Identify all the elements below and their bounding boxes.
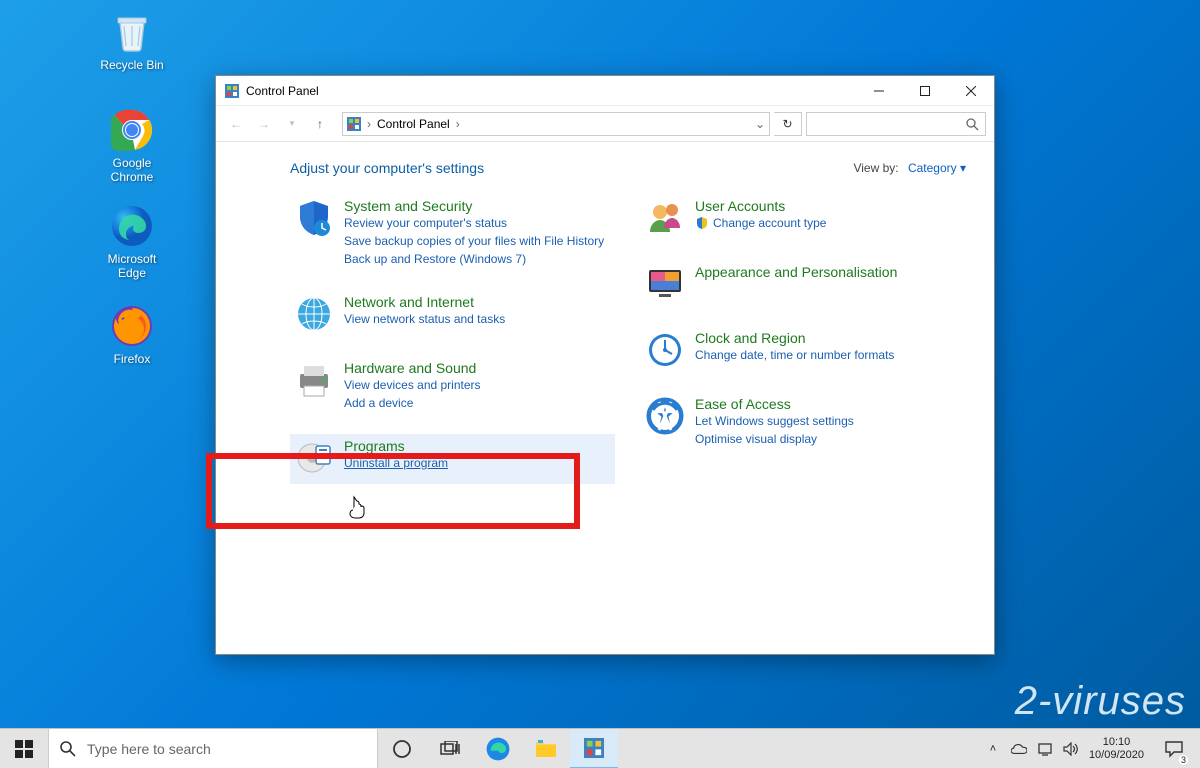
category-ease-of-access: Ease of Access Let Windows suggest setti… <box>641 392 966 454</box>
refresh-button[interactable]: ↻ <box>774 112 802 136</box>
firefox-label: Firefox <box>94 352 170 366</box>
search-icon <box>59 740 77 758</box>
viewby-dropdown[interactable]: Category ▾ <box>908 161 966 175</box>
toolbar: ← → ▾ ↑ › Control Panel › ⌄ ↻ <box>216 106 994 142</box>
system-security-link[interactable]: System and Security <box>344 198 472 214</box>
notif-badge: 3 <box>1179 755 1188 765</box>
programs-icon <box>294 438 334 478</box>
add-device-link[interactable]: Add a device <box>344 394 481 412</box>
category-appearance: Appearance and Personalisation <box>641 260 966 310</box>
breadcrumb[interactable]: Control Panel <box>377 117 450 131</box>
tray-clock[interactable]: 10:10 10/09/2020 <box>1089 736 1144 760</box>
file-history-link[interactable]: Save backup copies of your files with Fi… <box>344 232 604 250</box>
change-account-type-link[interactable]: Change account type <box>713 214 826 232</box>
start-button[interactable] <box>0 729 48 768</box>
control-panel-window: Control Panel ← → ▾ ↑ › Control Panel › … <box>215 75 995 655</box>
cortana-button[interactable] <box>378 729 426 768</box>
programs-link[interactable]: Programs <box>344 438 405 454</box>
chrome-label: Google Chrome <box>94 156 170 185</box>
view-by: View by: Category ▾ <box>853 161 966 175</box>
network-status-link[interactable]: View network status and tasks <box>344 310 505 328</box>
taskbar-edge-icon[interactable] <box>474 729 522 768</box>
category-user-accounts: User Accounts Change account type <box>641 194 966 244</box>
window-title: Control Panel <box>246 84 319 98</box>
control-panel-icon <box>347 117 361 131</box>
category-network: Network and Internet View network status… <box>290 290 615 340</box>
appearance-link[interactable]: Appearance and Personalisation <box>695 264 897 280</box>
category-hardware: Hardware and Sound View devices and prin… <box>290 356 615 418</box>
back-button[interactable]: ← <box>224 112 248 136</box>
recycle-bin-icon[interactable]: Recycle Bin <box>94 8 170 72</box>
tray-date: 10/09/2020 <box>1089 749 1144 761</box>
uninstall-program-link[interactable]: Uninstall a program <box>344 454 448 472</box>
close-button[interactable] <box>948 76 994 106</box>
monitor-icon <box>645 264 685 304</box>
volume-icon[interactable] <box>1063 741 1079 757</box>
right-column: User Accounts Change account type Appear… <box>641 194 966 500</box>
ease-of-access-icon <box>645 396 685 436</box>
globe-icon <box>294 294 334 334</box>
backup-restore-link[interactable]: Back up and Restore (Windows 7) <box>344 250 604 268</box>
change-date-formats-link[interactable]: Change date, time or number formats <box>695 346 894 364</box>
forward-button[interactable]: → <box>252 112 276 136</box>
hardware-link[interactable]: Hardware and Sound <box>344 360 476 376</box>
edge-icon[interactable]: Microsoft Edge <box>94 202 170 281</box>
category-system-security: System and Security Review your computer… <box>290 194 615 274</box>
up-button[interactable]: ↑ <box>308 112 332 136</box>
search-placeholder: Type here to search <box>87 741 211 757</box>
action-center-button[interactable]: 3 <box>1154 729 1194 768</box>
shield-icon <box>294 198 334 238</box>
network-link[interactable]: Network and Internet <box>344 294 474 310</box>
clock-region-link[interactable]: Clock and Region <box>695 330 806 346</box>
uac-shield-icon <box>695 216 709 230</box>
address-bar[interactable]: › Control Panel › ⌄ <box>342 112 770 136</box>
page-heading: Adjust your computer's settings <box>290 160 484 176</box>
clock-icon <box>645 330 685 370</box>
recycle-bin-label: Recycle Bin <box>94 58 170 72</box>
user-accounts-link[interactable]: User Accounts <box>695 198 785 214</box>
address-dropdown-icon[interactable]: ⌄ <box>755 117 765 131</box>
taskbar-explorer-icon[interactable] <box>522 729 570 768</box>
viewby-label: View by: <box>853 161 898 175</box>
chevron-right-icon[interactable]: › <box>456 117 460 131</box>
system-tray: ˄ 10:10 10/09/2020 3 <box>985 729 1200 768</box>
category-clock-region: Clock and Region Change date, time or nu… <box>641 326 966 376</box>
taskbar-search[interactable]: Type here to search <box>48 729 378 768</box>
edge-label: Microsoft Edge <box>94 252 170 281</box>
onedrive-icon[interactable] <box>1011 741 1027 757</box>
printer-icon <box>294 360 334 400</box>
ease-of-access-link[interactable]: Ease of Access <box>695 396 791 412</box>
chevron-right-icon[interactable]: › <box>367 117 371 131</box>
search-icon <box>965 117 979 131</box>
control-panel-icon <box>224 83 240 99</box>
recent-dropdown[interactable]: ▾ <box>280 112 304 136</box>
network-tray-icon[interactable] <box>1037 741 1053 757</box>
watermark-text: 2-viruses <box>1015 679 1186 724</box>
minimize-button[interactable] <box>856 76 902 106</box>
titlebar[interactable]: Control Panel <box>216 76 994 106</box>
category-programs: Programs Uninstall a program <box>290 434 615 484</box>
task-view-button[interactable] <box>426 729 474 768</box>
search-input[interactable] <box>806 112 986 136</box>
left-column: System and Security Review your computer… <box>290 194 615 500</box>
taskbar: Type here to search ˄ 10:10 10/09/2020 3 <box>0 728 1200 768</box>
optimise-display-link[interactable]: Optimise visual display <box>695 430 854 448</box>
suggest-settings-link[interactable]: Let Windows suggest settings <box>695 412 854 430</box>
chrome-icon[interactable]: Google Chrome <box>94 106 170 185</box>
maximize-button[interactable] <box>902 76 948 106</box>
taskbar-control-panel-icon[interactable] <box>570 729 618 768</box>
review-status-link[interactable]: Review your computer's status <box>344 214 604 232</box>
tray-chevron-up-icon[interactable]: ˄ <box>985 741 1001 757</box>
content-area: Adjust your computer's settings View by:… <box>216 142 994 510</box>
users-icon <box>645 198 685 238</box>
tray-time: 10:10 <box>1089 736 1144 748</box>
devices-printers-link[interactable]: View devices and printers <box>344 376 481 394</box>
firefox-icon[interactable]: Firefox <box>94 302 170 366</box>
